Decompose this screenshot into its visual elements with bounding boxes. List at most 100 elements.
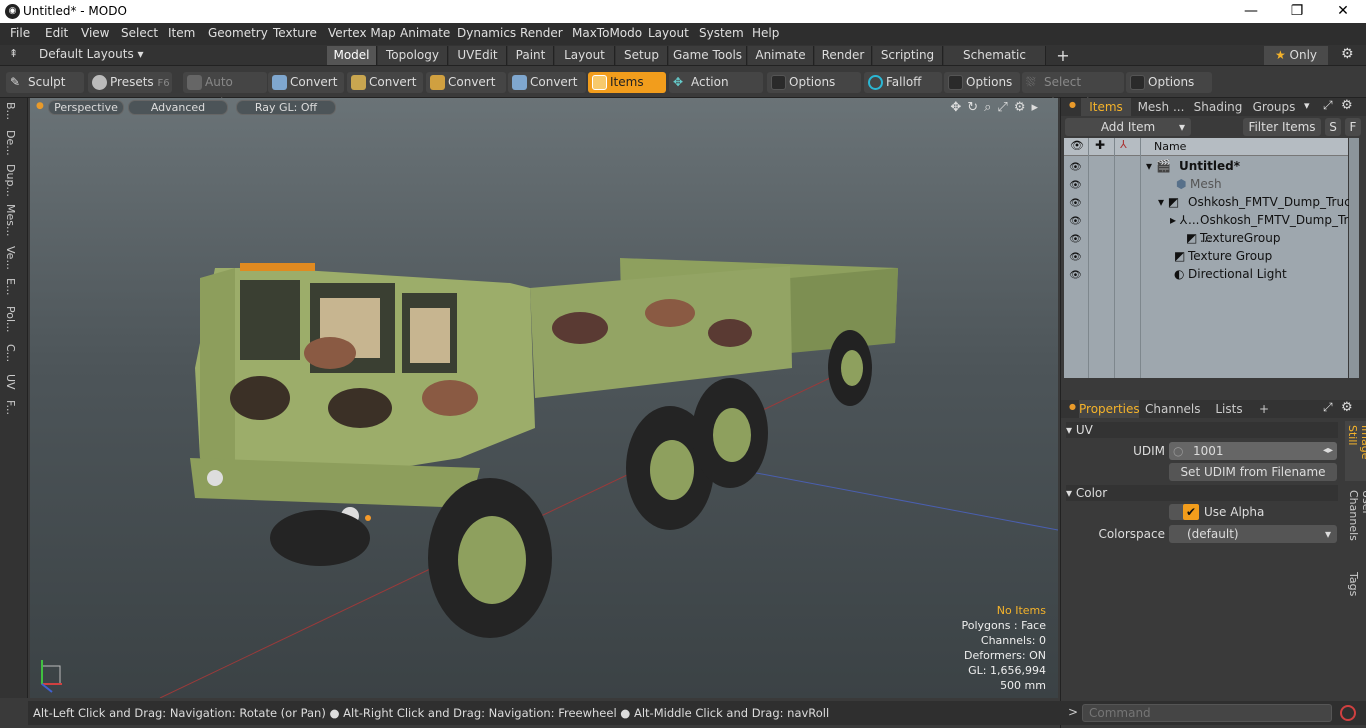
sculpt-button[interactable]: ✎ Sculpt bbox=[6, 72, 84, 93]
stepper-icon[interactable]: ◂▸ bbox=[1323, 442, 1333, 460]
menu-edit[interactable]: Edit bbox=[45, 26, 68, 40]
fit-icon[interactable]: ⤢ bbox=[997, 100, 1013, 115]
menu-animate[interactable]: Animate bbox=[400, 26, 450, 40]
tab-groups[interactable]: Groups bbox=[1247, 98, 1301, 116]
left-tab[interactable]: De... bbox=[4, 130, 17, 156]
gear-icon[interactable]: ⚙ bbox=[1341, 46, 1354, 62]
menu-file[interactable]: File bbox=[10, 26, 30, 40]
add-item-button[interactable]: Add Item ▾ bbox=[1065, 118, 1191, 136]
list-item[interactable]: 👁 ⬢ Mesh bbox=[1064, 175, 1348, 193]
tab-tags[interactable]: Tags bbox=[1347, 572, 1360, 596]
menu-texture[interactable]: Texture bbox=[273, 26, 317, 40]
panel-menu-dot-icon[interactable]: ● bbox=[1069, 402, 1076, 411]
eye-icon[interactable]: 👁 bbox=[1069, 231, 1082, 245]
left-tab[interactable]: E... bbox=[4, 278, 17, 295]
menu-system[interactable]: System bbox=[699, 26, 744, 40]
list-item[interactable]: 👁 ▾ 🎬 Untitled* bbox=[1064, 157, 1348, 175]
tab-properties[interactable]: Properties bbox=[1079, 400, 1140, 418]
tab-user-channels[interactable]: User Channels bbox=[1347, 490, 1366, 562]
gear-icon[interactable]: ⚙ bbox=[1341, 400, 1353, 415]
menu-dynamics[interactable]: Dynamics bbox=[457, 26, 516, 40]
expand-icon[interactable]: ⤢ bbox=[1323, 98, 1333, 113]
raygl-button[interactable]: Ray GL: Off bbox=[236, 100, 336, 115]
menu-geometry[interactable]: Geometry bbox=[208, 26, 268, 40]
expand-arrow-icon[interactable]: ▸ bbox=[1031, 100, 1044, 115]
menu-maxtomodo[interactable]: MaxToModo bbox=[572, 26, 642, 40]
left-tab[interactable]: Pol... bbox=[4, 306, 17, 333]
add-tab-button[interactable]: + bbox=[1052, 46, 1074, 65]
falloff-options-button[interactable]: Options bbox=[944, 72, 1020, 93]
expand-icon[interactable]: ⤢ bbox=[1323, 400, 1333, 415]
color-section-header[interactable]: ▾ Color bbox=[1066, 485, 1338, 501]
tab-scripting[interactable]: Scripting bbox=[873, 46, 943, 65]
udim-field[interactable]: ○ 1001 ◂▸ bbox=[1169, 442, 1337, 460]
command-input[interactable] bbox=[1082, 704, 1332, 722]
eye-icon[interactable]: 👁 bbox=[1069, 159, 1082, 173]
use-alpha-checkbox[interactable]: ✔ bbox=[1183, 504, 1199, 520]
perspective-button[interactable]: Perspective bbox=[48, 100, 124, 115]
menu-help[interactable]: Help bbox=[752, 26, 779, 40]
left-tab[interactable]: C... bbox=[4, 344, 17, 362]
list-item[interactable]: 👁 ▾ ◩ Oshkosh_FMTV_Dump_Truck ... bbox=[1064, 193, 1357, 227]
minimize-button[interactable]: — bbox=[1228, 0, 1274, 23]
eye-icon[interactable]: 👁 bbox=[1069, 213, 1082, 227]
auto-select-button[interactable]: Auto Select bbox=[183, 72, 267, 110]
tab-animate[interactable]: Animate bbox=[748, 46, 814, 65]
left-tab[interactable]: Mes... bbox=[4, 204, 17, 236]
select-through-options-button[interactable]: Options bbox=[1126, 72, 1212, 93]
list-item[interactable]: 👁 ◩ TextureGroup bbox=[1064, 229, 1348, 247]
panel-menu-dot-icon[interactable]: ● bbox=[1069, 100, 1076, 109]
action-center-button[interactable]: ✥Action Center bbox=[669, 72, 763, 110]
tab-channels[interactable]: Channels bbox=[1145, 400, 1201, 418]
menu-vertex-map[interactable]: Vertex Map bbox=[328, 26, 396, 40]
presets-button[interactable]: Presets F6 bbox=[88, 72, 172, 93]
eye-icon[interactable]: 👁 bbox=[1069, 177, 1082, 191]
left-tab[interactable]: B... bbox=[4, 102, 17, 120]
menu-render[interactable]: Render bbox=[520, 26, 563, 40]
tab-mesh[interactable]: Mesh ... bbox=[1133, 98, 1189, 116]
eye-icon[interactable]: 👁 bbox=[1069, 249, 1082, 263]
tab-schematic-fusion[interactable]: Schematic Fusion bbox=[944, 46, 1046, 81]
convert-vertices-button[interactable]: Convert bbox=[268, 72, 344, 93]
list-item[interactable]: 👁 ◩ Texture Group bbox=[1064, 247, 1348, 265]
filter-items-button[interactable]: Filter Items bbox=[1243, 118, 1321, 136]
tab-uvedit[interactable]: UVEdit bbox=[449, 46, 507, 65]
3d-viewport[interactable]: ● Perspective Advanced Ray GL: Off ✥↻⌕⤢⚙… bbox=[30, 98, 1058, 698]
uv-section-header[interactable]: ▾ UV bbox=[1066, 422, 1338, 438]
gear-icon[interactable]: ⚙ bbox=[1341, 98, 1353, 113]
zoom-icon[interactable]: ⌕ bbox=[984, 100, 997, 115]
select-through-button[interactable]: ⛆Select Through bbox=[1022, 72, 1124, 110]
s-button[interactable]: S bbox=[1325, 118, 1341, 136]
convert-edges-button[interactable]: Convert bbox=[347, 72, 423, 93]
tab-render[interactable]: Render bbox=[815, 46, 872, 65]
colorspace-dropdown[interactable]: (default) ▾ bbox=[1169, 525, 1337, 543]
items-mode-button[interactable]: Items bbox=[588, 72, 666, 93]
tab-setup[interactable]: Setup bbox=[616, 46, 668, 65]
f-button[interactable]: F bbox=[1345, 118, 1361, 136]
pan-icon[interactable]: ✥ bbox=[950, 100, 967, 115]
action-center-options-button[interactable]: Options bbox=[767, 72, 861, 93]
list-item[interactable]: 👁 ▸ ⅄ Oshkosh_FMTV_Dump_Tru ... bbox=[1064, 211, 1356, 245]
record-icon[interactable] bbox=[1340, 705, 1356, 721]
gear-icon[interactable]: ⚙ bbox=[1014, 100, 1032, 115]
convert-materials-button[interactable]: Convert bbox=[508, 72, 586, 93]
add-panel-tab-button[interactable]: + bbox=[1257, 400, 1271, 418]
eye-icon[interactable]: 👁 bbox=[1069, 267, 1082, 281]
tab-topology[interactable]: Topology bbox=[378, 46, 448, 65]
tab-items[interactable]: Items bbox=[1081, 98, 1131, 116]
set-udim-button[interactable]: Set UDIM from Filename bbox=[1169, 463, 1337, 481]
close-button[interactable]: ✕ bbox=[1320, 0, 1366, 23]
left-tab[interactable]: UV bbox=[4, 374, 17, 390]
left-tab[interactable]: Dup... bbox=[4, 164, 17, 197]
tab-layout[interactable]: Layout bbox=[555, 46, 615, 65]
menu-item[interactable]: Item bbox=[168, 26, 195, 40]
layout-arrows-icon[interactable]: ⇞ bbox=[9, 47, 18, 60]
tab-shading[interactable]: Shading bbox=[1191, 98, 1245, 116]
convert-polygons-button[interactable]: Convert bbox=[426, 72, 506, 93]
rotate-icon[interactable]: ↻ bbox=[967, 100, 984, 115]
advanced-button[interactable]: Advanced bbox=[128, 100, 228, 115]
default-layouts-dropdown[interactable]: Default Layouts ▾ bbox=[39, 47, 144, 61]
left-tab[interactable]: F... bbox=[4, 400, 17, 415]
eye-icon[interactable]: 👁 bbox=[1069, 195, 1082, 209]
item-list[interactable]: 👁 ✚ ⅄ Name 👁 ▾ 🎬 Untitled* 👁 ⬢ Mesh 👁 ▾ ◩ Oshk… bbox=[1064, 138, 1358, 378]
